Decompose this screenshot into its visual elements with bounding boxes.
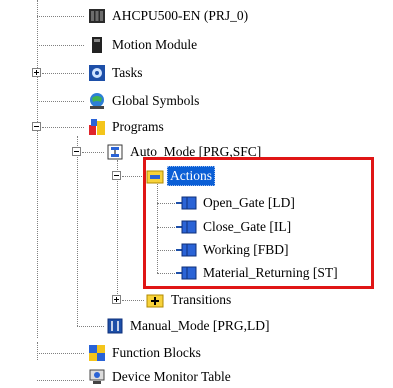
tree-connector: [82, 152, 104, 153]
tree-item-transitions[interactable]: Transitions: [146, 289, 232, 311]
auto-mode-collapse-button[interactable]: [72, 147, 81, 156]
tree-item-label: Manual_Mode [PRG,LD]: [130, 318, 270, 333]
gear-icon: [89, 65, 105, 81]
transitions-expand-button[interactable]: [112, 295, 121, 304]
cpu-icon: [89, 9, 105, 23]
tree-connector: [37, 101, 84, 102]
sfc-program-icon: [107, 144, 123, 160]
tree-item-label: Function Blocks: [112, 345, 201, 360]
tree-connector: [37, 353, 84, 354]
tasks-expand-button[interactable]: [32, 68, 41, 77]
tree-item-device-monitor-table[interactable]: Device Monitor Table: [88, 366, 232, 388]
project-tree: AHCPU500-EN (PRJ_0) Motion Module Tasks …: [0, 0, 393, 387]
tree-item-motion-module[interactable]: Motion Module: [88, 34, 198, 56]
tree-item-tasks[interactable]: Tasks: [88, 62, 144, 84]
tree-item-label: Device Monitor Table: [112, 369, 231, 384]
tree-item-function-blocks[interactable]: Function Blocks: [88, 342, 202, 364]
actions-collapse-button[interactable]: [112, 171, 121, 180]
tree-connector: [37, 16, 84, 17]
tree-connector: [77, 136, 78, 326]
tree-connector: [77, 326, 104, 327]
programs-icon: [89, 119, 105, 135]
tree-item-manual-mode[interactable]: Manual_Mode [PRG,LD]: [106, 315, 270, 337]
tree-connector: [122, 176, 144, 177]
tree-item-label: Tasks: [112, 65, 143, 80]
tree-connector: [37, 380, 84, 381]
tree-connector: [37, 0, 38, 338]
tree-connector: [42, 73, 84, 74]
tree-connector: [37, 342, 38, 360]
tree-connector: [122, 300, 144, 301]
monitor-icon: [89, 369, 105, 384]
transition-folder-icon: [146, 294, 164, 308]
ld-program-icon: [107, 318, 123, 334]
tree-connector: [37, 45, 84, 46]
programs-collapse-button[interactable]: [32, 122, 41, 131]
module-icon: [92, 37, 102, 53]
tree-connector: [117, 160, 118, 300]
tree-item-label: Motion Module: [112, 37, 198, 52]
tree-item-label: Programs: [112, 119, 164, 134]
tree-item-label: AHCPU500-EN (PRJ_0): [112, 8, 249, 23]
tree-item-label: Transitions: [171, 292, 232, 307]
function-blocks-icon: [89, 345, 105, 361]
tree-connector: [42, 127, 84, 128]
tree-item-label: Global Symbols: [112, 93, 200, 108]
tree-item-global-symbols[interactable]: Global Symbols: [88, 90, 200, 112]
highlight-box: [143, 157, 374, 289]
tree-item-cpu[interactable]: AHCPU500-EN (PRJ_0): [88, 5, 249, 27]
globe-icon: [90, 93, 104, 109]
tree-item-programs[interactable]: Programs: [88, 116, 165, 138]
